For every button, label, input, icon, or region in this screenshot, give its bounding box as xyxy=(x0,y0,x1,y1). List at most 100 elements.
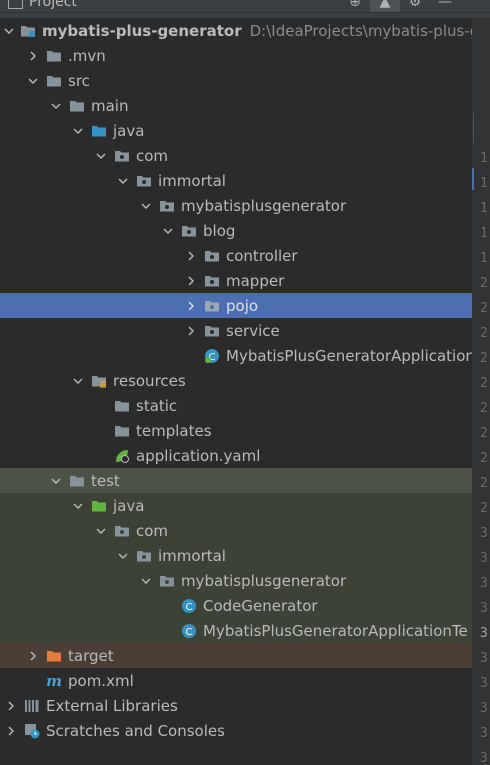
chevron-down-icon[interactable] xyxy=(139,574,153,588)
chevron-down-icon[interactable] xyxy=(49,474,63,488)
tree-row-pojo[interactable]: pojo xyxy=(0,293,472,318)
project-tool-window-title[interactable]: Project xyxy=(8,0,77,10)
line-number: 3 xyxy=(480,601,488,616)
tree-row-blog[interactable]: blog xyxy=(0,218,472,243)
editor-gutter: 1 1 1 1 1 2 2 2 2 2 2 2 2 2 2 3 3 3 3 3 … xyxy=(472,18,490,765)
line-number: 1 xyxy=(480,151,488,166)
chevron-down-icon[interactable] xyxy=(116,174,130,188)
chevron-down-icon[interactable] xyxy=(116,549,130,563)
chevron-down-icon[interactable] xyxy=(49,99,63,113)
tree-row-immortal[interactable]: immortal xyxy=(0,168,472,193)
chevron-down-icon[interactable] xyxy=(71,124,85,138)
tree-item-label: com xyxy=(136,521,169,540)
line-number: 2 xyxy=(480,326,488,341)
add-icon[interactable]: ⊕ xyxy=(340,0,370,12)
line-number: 3 xyxy=(480,701,488,716)
tree-row-templates[interactable]: templates xyxy=(0,418,472,443)
tree-item-label: mybatisplusgenerator xyxy=(181,196,347,215)
chevron-right-icon[interactable] xyxy=(26,649,40,663)
source-folder-icon xyxy=(91,123,107,139)
chevron-right-icon[interactable] xyxy=(184,324,198,338)
line-number: 3 xyxy=(480,551,488,566)
chevron-right-icon[interactable] xyxy=(26,49,40,63)
minimize-icon[interactable]: — xyxy=(430,0,460,12)
tree-row-controller[interactable]: controller xyxy=(0,243,472,268)
chevron-down-icon[interactable] xyxy=(94,524,108,538)
tree-row-mybatisplusgenerator[interactable]: mybatisplusgenerator xyxy=(0,193,472,218)
tree-item-label: main xyxy=(91,96,129,115)
chevron-right-icon[interactable] xyxy=(184,299,198,313)
chevron-down-icon[interactable] xyxy=(71,499,85,513)
tree-item-label: External Libraries xyxy=(46,696,178,715)
tree-item-label: application.yaml xyxy=(136,446,261,465)
tree-row-main[interactable]: main xyxy=(0,93,472,118)
tree-row-test-com[interactable]: com xyxy=(0,518,472,543)
tree-row-application-class[interactable]: C MybatisPlusGeneratorApplication xyxy=(0,343,472,368)
tree-item-label: .mvn xyxy=(68,46,106,65)
chevron-down-icon[interactable] xyxy=(26,74,40,88)
scratches-icon xyxy=(24,723,40,739)
chevron-right-icon[interactable] xyxy=(184,274,198,288)
tree-row-scratches[interactable]: Scratches and Consoles xyxy=(0,718,472,743)
tree-row-root[interactable]: mybatis-plus-generator D:\IdeaProjects\m… xyxy=(0,18,472,43)
folder-icon xyxy=(46,48,62,64)
line-number: 2 xyxy=(480,476,488,491)
gutter-divider xyxy=(473,113,474,143)
project-tree[interactable]: mybatis-plus-generator D:\IdeaProjects\m… xyxy=(0,18,472,765)
tree-item-label: mapper xyxy=(226,271,285,290)
tree-item-label: immortal xyxy=(158,546,226,565)
tree-item-label: java xyxy=(113,496,145,515)
folder-icon xyxy=(114,398,130,414)
line-number: 1 xyxy=(480,251,488,266)
tree-row-mvn[interactable]: .mvn xyxy=(0,43,472,68)
tree-item-label: service xyxy=(226,321,280,340)
tree-item-label: com xyxy=(136,146,169,165)
tree-row-resources[interactable]: resources xyxy=(0,368,472,393)
tree-row-static[interactable]: static xyxy=(0,393,472,418)
package-icon xyxy=(114,148,130,164)
collapse-icon[interactable]: ▲ xyxy=(370,0,400,12)
excluded-folder-icon xyxy=(46,648,62,664)
line-number: 3 xyxy=(480,751,488,765)
toolbar-icons: ⊕ ▲ ⚙ — xyxy=(340,0,460,12)
chevron-down-icon[interactable] xyxy=(4,24,14,38)
chevron-down-icon[interactable] xyxy=(139,199,153,213)
tree-row-test-java[interactable]: java xyxy=(0,493,472,518)
tree-item-label: templates xyxy=(136,421,212,440)
class-icon: C xyxy=(181,623,197,639)
tree-row-test-mybatisplusgenerator[interactable]: mybatisplusgenerator xyxy=(0,568,472,593)
tree-row-test-immortal[interactable]: immortal xyxy=(0,543,472,568)
tree-row-src[interactable]: src xyxy=(0,68,472,93)
tree-row-pom[interactable]: m pom.xml xyxy=(0,668,472,693)
chevron-right-icon[interactable] xyxy=(184,249,198,263)
settings-icon[interactable]: ⚙ xyxy=(400,0,430,12)
chevron-down-icon[interactable] xyxy=(94,149,108,163)
tree-row-mapper[interactable]: mapper xyxy=(0,268,472,293)
folder-icon xyxy=(69,98,85,114)
tree-row-service[interactable]: service xyxy=(0,318,472,343)
chevron-down-icon[interactable] xyxy=(71,374,85,388)
svg-text:m: m xyxy=(46,673,62,689)
tree-row-application-yaml[interactable]: application.yaml xyxy=(0,443,472,468)
tree-item-label: CodeGenerator xyxy=(203,596,318,615)
tree-row-com[interactable]: com xyxy=(0,143,472,168)
tree-row-java[interactable]: java xyxy=(0,118,472,143)
project-toolbar: Project ⊕ ▲ ⚙ — xyxy=(0,0,490,13)
project-path: D:\IdeaProjects\mybatis-plus-ge xyxy=(249,21,472,40)
tree-item-label: static xyxy=(136,396,178,415)
package-icon xyxy=(204,323,220,339)
chevron-down-icon[interactable] xyxy=(161,224,175,238)
line-number: 3 xyxy=(480,676,488,691)
tree-row-external-libraries[interactable]: External Libraries xyxy=(0,693,472,718)
test-source-folder-icon xyxy=(91,498,107,514)
chevron-right-icon[interactable] xyxy=(4,724,18,738)
package-icon xyxy=(204,273,220,289)
tree-row-target[interactable]: target xyxy=(0,643,472,668)
tree-row-codegenerator[interactable]: C CodeGenerator xyxy=(0,593,472,618)
package-icon xyxy=(159,573,175,589)
tree-row-application-test-class[interactable]: C MybatisPlusGeneratorApplicationTe xyxy=(0,618,472,643)
line-number: 1 xyxy=(480,176,488,191)
chevron-right-icon[interactable] xyxy=(4,699,18,713)
tree-row-test[interactable]: test xyxy=(0,468,472,493)
tree-item-label: immortal xyxy=(158,171,226,190)
